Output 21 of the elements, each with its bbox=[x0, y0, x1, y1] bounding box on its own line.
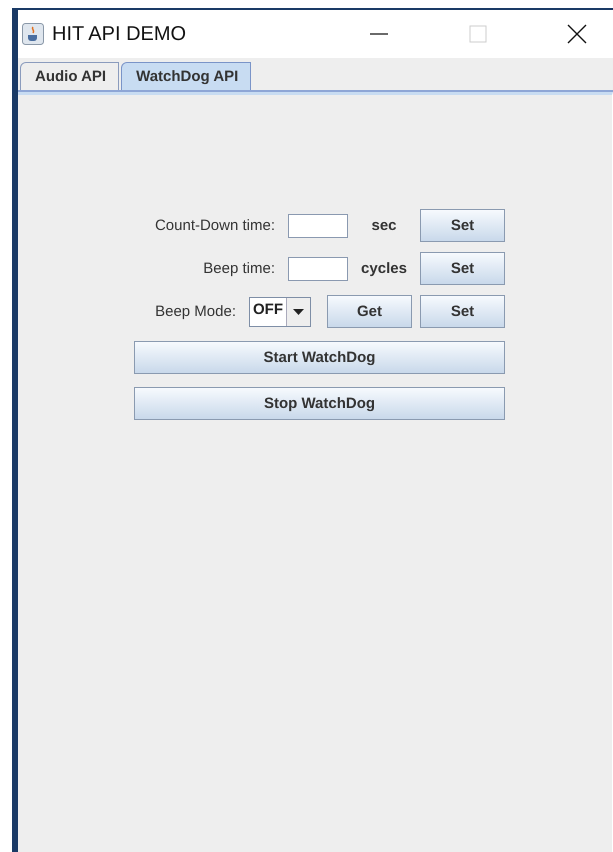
coffee-cup-icon bbox=[22, 23, 44, 45]
action-button[interactable]: Start WatchDog bbox=[134, 341, 505, 374]
field-label: Count-Down time: bbox=[154, 217, 275, 234]
get-button[interactable]: Get bbox=[327, 295, 412, 328]
unit-label: cycles bbox=[360, 260, 408, 277]
tab[interactable]: Audio API bbox=[20, 62, 120, 90]
tab[interactable]: WatchDog API bbox=[121, 62, 252, 90]
close-icon[interactable] bbox=[567, 24, 587, 44]
mode-dropdown[interactable]: OFF bbox=[249, 296, 311, 326]
input-field[interactable] bbox=[288, 214, 348, 238]
maximize-icon[interactable] bbox=[469, 25, 487, 43]
set-button[interactable]: Set bbox=[420, 252, 505, 285]
input-field[interactable] bbox=[288, 256, 348, 280]
action-button[interactable]: Stop WatchDog bbox=[134, 387, 505, 420]
set-button[interactable]: Set bbox=[420, 295, 505, 328]
field-label: Beep time: bbox=[203, 260, 275, 277]
unit-label: sec bbox=[370, 217, 398, 234]
field-label: Beep Mode: bbox=[155, 303, 236, 320]
window-title: HIT API DEMO bbox=[52, 22, 186, 46]
caret-icon bbox=[293, 308, 304, 314]
set-button[interactable]: Set bbox=[420, 209, 505, 242]
